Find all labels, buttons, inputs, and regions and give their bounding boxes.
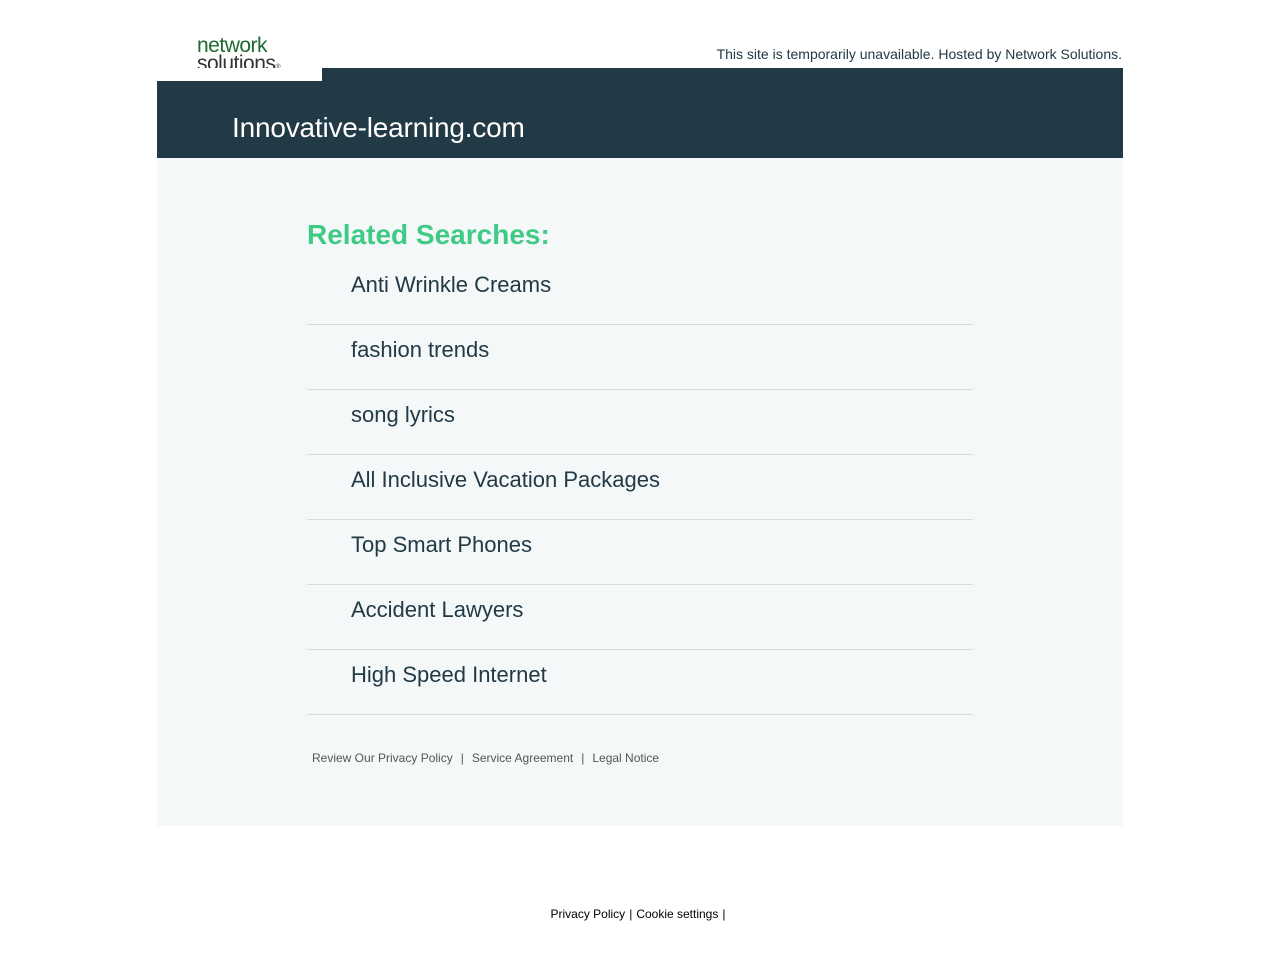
cookie-settings-link[interactable]: Cookie settings — [636, 907, 718, 921]
list-item: Accident Lawyers — [307, 585, 973, 650]
search-link[interactable]: High Speed Internet — [351, 662, 547, 688]
separator: | — [629, 907, 633, 921]
list-item: fashion trends — [307, 325, 973, 390]
list-item: song lyrics — [307, 390, 973, 455]
domain-title: Innovative-learning.com — [232, 112, 525, 143]
site-wrapper: network solutions® This site is temporar… — [157, 0, 1123, 826]
search-link[interactable]: song lyrics — [351, 402, 455, 428]
footer-privacy-policy-link[interactable]: Privacy Policy — [551, 907, 626, 921]
search-link[interactable]: Anti Wrinkle Creams — [351, 272, 551, 298]
related-searches-heading: Related Searches: — [307, 219, 550, 250]
search-link[interactable]: fashion trends — [351, 337, 489, 363]
legal-links: Review Our Privacy Policy | Service Agreem… — [312, 751, 659, 765]
service-agreement-link[interactable]: Service Agreement — [472, 751, 573, 765]
banner-notch — [157, 68, 322, 81]
domain-banner: Innovative-learning.com — [157, 68, 1123, 158]
list-item: Anti Wrinkle Creams — [307, 260, 973, 325]
page: network solutions® This site is temporar… — [0, 0, 1280, 970]
search-link[interactable]: Accident Lawyers — [351, 597, 523, 623]
legal-notice-link[interactable]: Legal Notice — [592, 751, 659, 765]
search-link[interactable]: All Inclusive Vacation Packages — [351, 467, 660, 493]
search-list: Anti Wrinkle Creams fashion trends song … — [307, 260, 973, 715]
main-content: Related Searches: Anti Wrinkle Creams fa… — [157, 158, 1123, 826]
separator: | — [581, 751, 585, 765]
list-item: All Inclusive Vacation Packages — [307, 455, 973, 520]
top-bar: network solutions® This site is temporar… — [157, 0, 1123, 74]
hosted-notice: This site is temporarily unavailable. Ho… — [716, 46, 1122, 62]
list-item: Top Smart Phones — [307, 520, 973, 585]
list-item: High Speed Internet — [307, 650, 973, 715]
privacy-policy-link[interactable]: Review Our Privacy Policy — [312, 751, 453, 765]
separator: | — [722, 907, 726, 921]
related-searches: Related Searches: Anti Wrinkle Creams fa… — [307, 218, 973, 715]
search-link[interactable]: Top Smart Phones — [351, 532, 532, 558]
separator: | — [460, 751, 464, 765]
page-footer: Privacy Policy | Cookie settings | — [0, 907, 1280, 921]
